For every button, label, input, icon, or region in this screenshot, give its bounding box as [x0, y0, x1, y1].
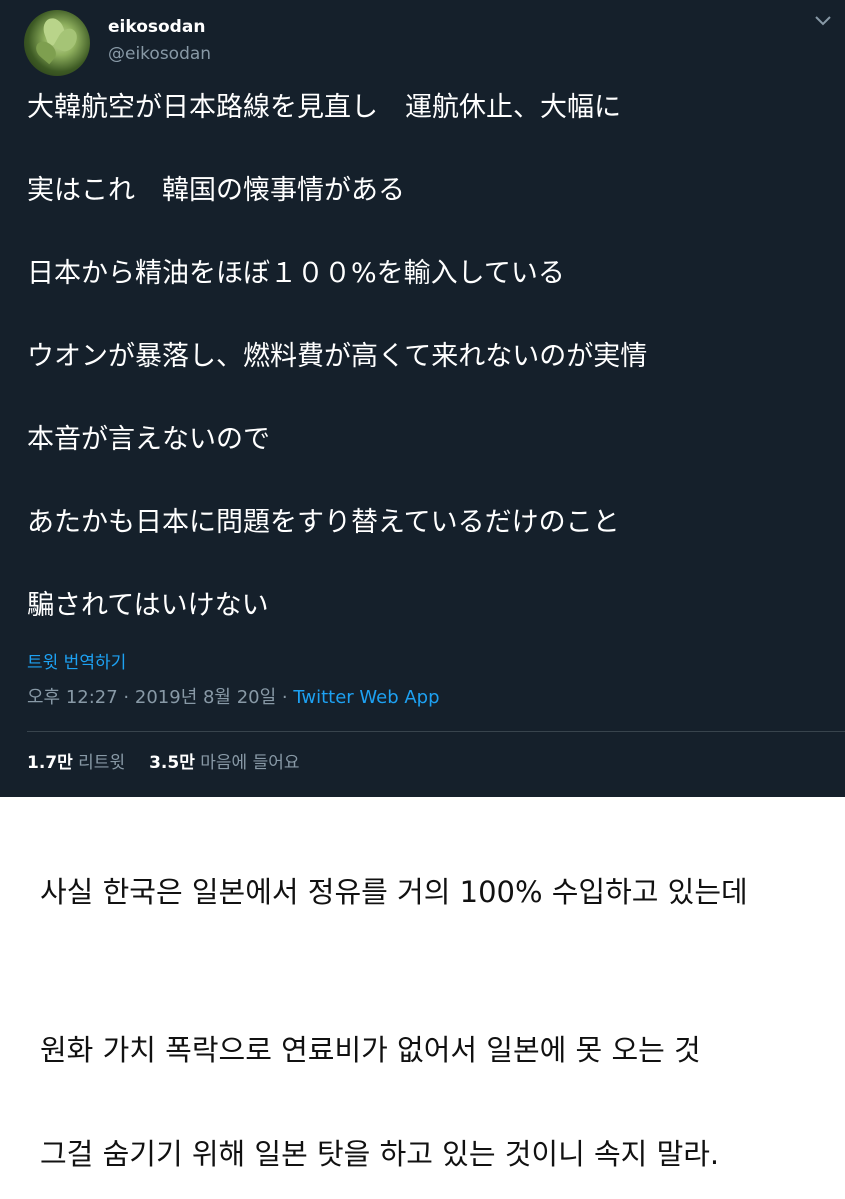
retweets-count: 1.7만 [27, 753, 73, 773]
display-name[interactable]: eikosodan [108, 17, 205, 37]
retweets-stat[interactable]: 1.7만 리트윗 [27, 753, 125, 773]
tweet-line: ウオンが暴落し、燃料費が高くて来れないのが実情 [27, 341, 648, 372]
source-app-link[interactable]: Twitter Web App [293, 687, 439, 708]
likes-count: 3.5만 [149, 753, 195, 773]
divider [27, 731, 845, 732]
tweet-card: eikosodan @eikosodan 大韓航空が日本路線を見直し 運航休止、… [0, 0, 845, 797]
likes-label: 마음에 들어요 [200, 753, 300, 773]
tweet-line: 大韓航空が日本路線を見直し 運航休止、大幅に [27, 92, 621, 123]
retweets-label: 리트윗 [78, 753, 126, 773]
tweet-line: あたかも日本に問題をすり替えているだけのこと [27, 507, 620, 538]
likes-stat[interactable]: 3.5만 마음에 들어요 [149, 753, 299, 773]
chevron-down-icon[interactable] [812, 13, 834, 29]
commentary-paragraph: 사실 한국은 일본에서 정유를 거의 100% 수입하고 있는데 [40, 875, 748, 909]
commentary-paragraph: 원화 가치 폭락으로 연료비가 없어서 일본에 못 오는 것 [40, 1033, 701, 1067]
tweet-line: 日本から精油をほぼ１００%を輸入している [27, 258, 565, 289]
tweet-line: 本音が言えないので [27, 424, 270, 455]
tweet-text: 大韓航空が日本路線を見直し 運航休止、大幅に 実はこれ 韓国の懐事情がある 日本… [27, 86, 817, 667]
tweet-line: 実はこれ 韓国の懐事情がある [27, 175, 405, 206]
timestamp[interactable]: 오후 12:27 · 2019년 8월 20일 · [27, 687, 293, 708]
tweet-stats: 1.7만 리트윗 3.5만 마음에 들어요 [27, 748, 300, 773]
user-handle[interactable]: @eikosodan [108, 44, 211, 64]
tweet-line: 騙されてはいけない [27, 590, 269, 621]
tweet-meta: 오후 12:27 · 2019년 8월 20일 · Twitter Web Ap… [27, 683, 440, 709]
avatar[interactable] [24, 10, 90, 76]
translate-tweet-link[interactable]: 트윗 번역하기 [27, 648, 126, 673]
commentary-paragraph: 그걸 숨기기 위해 일본 탓을 하고 있는 것이니 속지 말라. [40, 1137, 720, 1171]
